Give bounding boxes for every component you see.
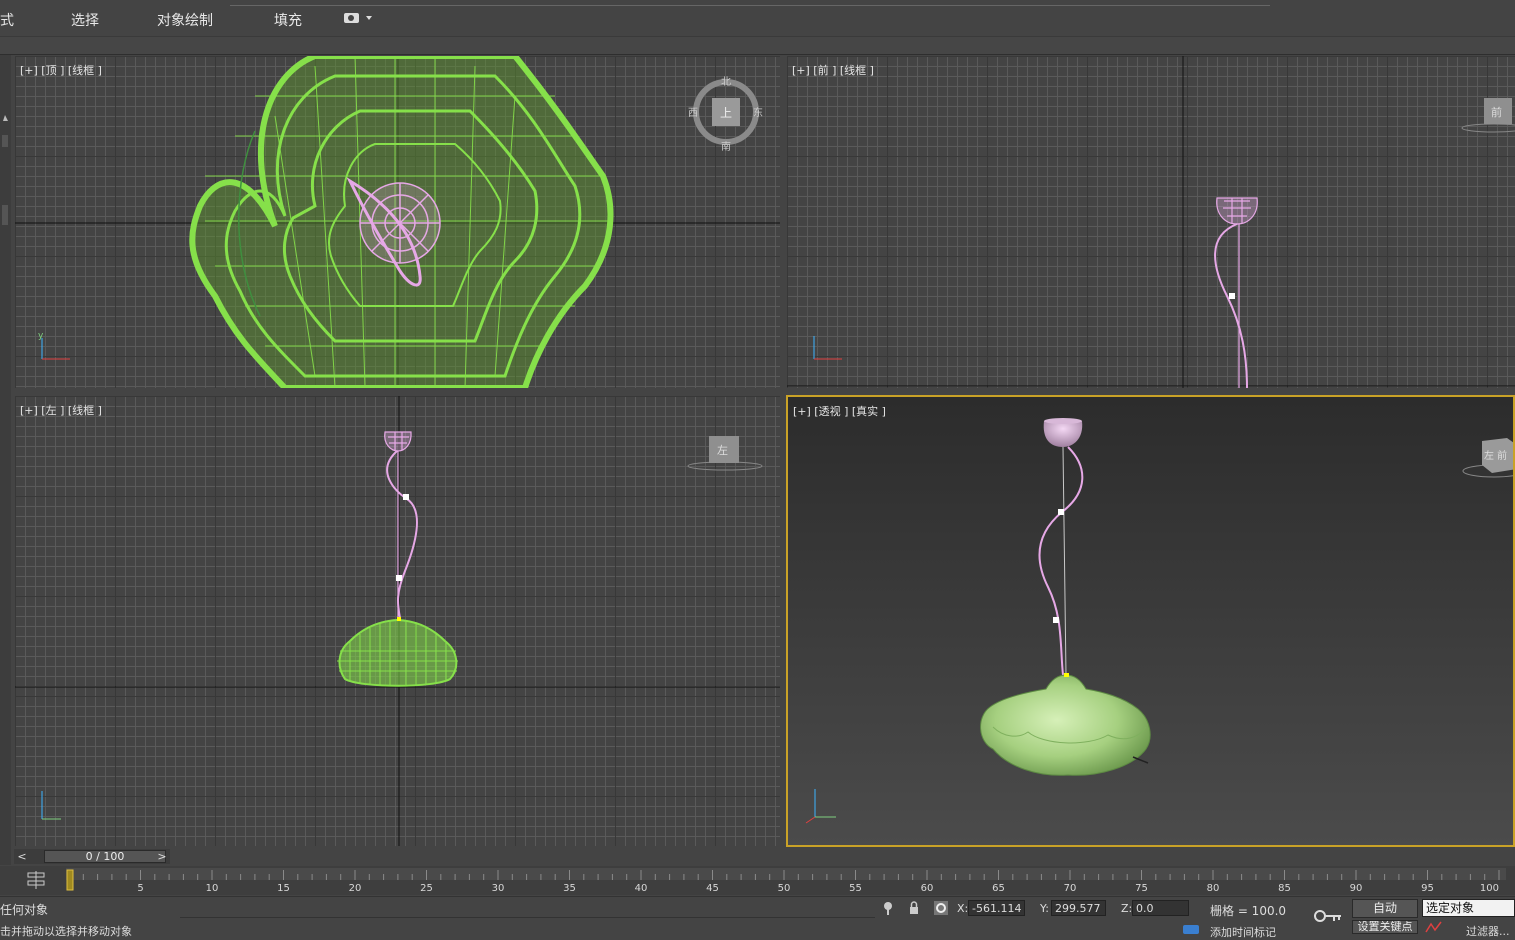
current-frame-marker: [66, 869, 74, 891]
front-view-canvas: [787, 56, 1515, 388]
timeline-tick-label: 100: [1480, 883, 1499, 894]
perspective-view-canvas: [805, 418, 1151, 824]
viewcube-top[interactable]: 北 南 东 西 上: [688, 76, 763, 153]
absolute-mode-icon[interactable]: [933, 900, 949, 919]
z-coord-field[interactable]: 0.0: [1132, 900, 1189, 916]
viewcube-east: 东: [753, 108, 763, 119]
ribbon-strip: [0, 37, 1515, 55]
lock-selection-icon[interactable]: [908, 901, 920, 918]
timeline-tick-label: 20: [349, 883, 362, 894]
menu-item-object-paint[interactable]: 对象绘制: [157, 10, 213, 30]
viewport-front[interactable]: [+] [前 ] [线框 ] 前: [787, 56, 1515, 388]
timeline-tick-label: 45: [706, 883, 719, 894]
canopy-wireframe-left: [384, 431, 412, 452]
timeline-tick-label: 60: [921, 883, 934, 894]
viewport-top-label[interactable]: [+] [顶 ] [线框 ]: [20, 62, 102, 78]
timeline-tick-label: 95: [1421, 883, 1434, 894]
menu-item-mode[interactable]: 式: [0, 10, 14, 30]
viewcube-south: 南: [721, 142, 731, 153]
isolate-icon[interactable]: [882, 901, 894, 918]
viewcube-front-face: 前: [1491, 106, 1502, 119]
menu-bar: 式 选择 对象绘制 填充: [0, 0, 1515, 37]
menu-item-select[interactable]: 选择: [71, 10, 99, 30]
timeline-tick-label: 70: [1064, 883, 1077, 894]
time-slider-prev-button[interactable]: <: [14, 849, 30, 864]
viewport-front-label[interactable]: [+] [前 ] [线框 ]: [792, 62, 874, 78]
left-command-strip: [0, 55, 11, 865]
lamp-shade-wireframe-left: [337, 618, 458, 687]
left-view-canvas: [15, 396, 780, 846]
y-coord-field[interactable]: 299.577: [1051, 900, 1106, 916]
prompt-field: [180, 899, 875, 918]
viewcube-left-face: 左: [717, 444, 728, 457]
timeline-tick-label: 75: [1135, 883, 1148, 894]
add-time-tag-label[interactable]: 添加时间标记: [1210, 924, 1276, 940]
viewport-perspective[interactable]: [+] [透视 ] [真实 ] 左 前: [786, 395, 1515, 847]
prompt-line-1: 任何对象: [0, 903, 49, 917]
menu-item-populate[interactable]: 填充: [274, 10, 302, 30]
prompt-line-2: 击并拖动以选择并移动对象: [0, 925, 132, 938]
timeline-tick-label: 30: [492, 883, 505, 894]
viewcube-perspective[interactable]: 左 前: [1462, 433, 1513, 483]
time-tag-icon[interactable]: [1182, 923, 1200, 937]
viewcube-west: 西: [688, 108, 698, 119]
timeline-tick-label: 90: [1350, 883, 1363, 894]
selection-set-dropdown[interactable]: 选定对象: [1422, 899, 1515, 917]
viewcube-face: 上: [720, 106, 733, 120]
time-slider[interactable]: < 0 / 100 >: [14, 849, 170, 864]
filters-button[interactable]: 过滤器...: [1466, 923, 1510, 939]
menu-divider: [230, 0, 1270, 6]
time-slider-thumb[interactable]: 0 / 100: [44, 850, 166, 863]
z-coord-label: Z:: [1121, 902, 1133, 915]
viewcube-perspective-face: 左 前: [1484, 451, 1508, 462]
set-key-button[interactable]: 设置关键点: [1352, 920, 1418, 934]
timeline-tick-label: 55: [849, 883, 862, 894]
timeline-ruler[interactable]: 5 10 15 20 25 30 35 40 45 50 55 60 65 70 75 80 85 90 95 100: [66, 868, 1506, 894]
timeline-tick-label: 85: [1278, 883, 1291, 894]
status-bar: 任何对象 击并拖动以选择并移动对象 X: -561.114 Y: 299.577…: [0, 896, 1515, 939]
y-coord-label: Y:: [1040, 902, 1049, 915]
timeline-tick-label: 80: [1207, 883, 1220, 894]
top-view-canvas: y: [15, 56, 780, 388]
viewport-left[interactable]: [+] [左 ] [线框 ] 左: [15, 396, 780, 846]
camera-dropdown-icon[interactable]: [343, 12, 375, 27]
grid-size-readout: 栅格 = 100.0: [1210, 904, 1287, 918]
timeline-tick-label: 15: [277, 883, 290, 894]
set-key-mode-icon[interactable]: [1314, 909, 1342, 926]
timeline-tick-label: 40: [635, 883, 648, 894]
timeline-tick-label: 35: [563, 883, 576, 894]
timeline-tick-label: 5: [137, 883, 143, 894]
viewcube-north: 北: [721, 77, 731, 88]
track-bar[interactable]: 5 10 15 20 25 30 35 40 45 50 55 60 65 70 75 80 85 90 95 100: [0, 866, 1515, 895]
lamp-shade-render: [980, 674, 1151, 776]
viewport-perspective-label[interactable]: [+] [透视 ] [真实 ]: [793, 403, 886, 419]
viewport-left-label[interactable]: [+] [左 ] [线框 ]: [20, 402, 102, 418]
auto-key-button[interactable]: 自动: [1352, 899, 1418, 918]
timeline-tick-label: 50: [778, 883, 791, 894]
key-filter-icon[interactable]: [26, 871, 46, 892]
key-filter-curve-icon[interactable]: [1425, 921, 1443, 936]
axis-y-label: y: [38, 331, 44, 341]
x-coord-field[interactable]: -561.114: [968, 900, 1025, 916]
x-coord-label: X:: [957, 902, 969, 915]
timeline-tick-label: 10: [206, 883, 219, 894]
timeline-tick-label: 65: [992, 883, 1005, 894]
timeline-tick-label: 25: [420, 883, 433, 894]
time-slider-next-button[interactable]: >: [154, 849, 170, 864]
canopy-wireframe-front: [1216, 197, 1258, 225]
viewport-top[interactable]: y [+] [顶 ] [线框 ] 北 南 东 西 上: [15, 56, 780, 388]
axis-gizmo-top: y: [38, 331, 70, 360]
viewcube-front[interactable]: 前: [1459, 96, 1515, 136]
canopy-render: [1043, 421, 1083, 447]
timeline-track: [66, 868, 1506, 880]
viewcube-left[interactable]: 左: [687, 434, 767, 474]
